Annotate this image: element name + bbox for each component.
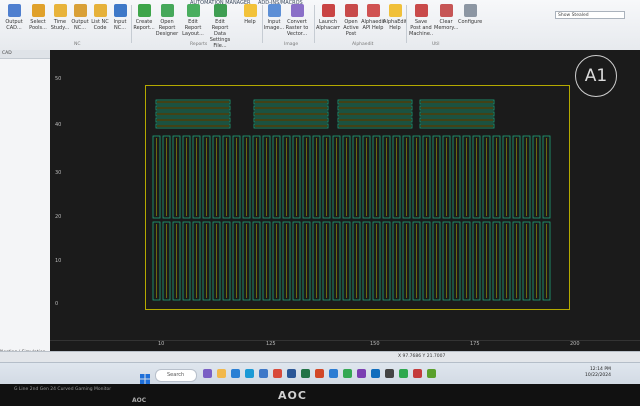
word-icon[interactable] (329, 369, 338, 378)
nested-parts-layer[interactable] (0, 0, 640, 387)
app-icon[interactable] (273, 369, 282, 378)
excel-icon[interactable] (301, 369, 310, 378)
taskbar-search[interactable]: Search (155, 369, 197, 382)
alphacam-icon[interactable] (427, 369, 436, 378)
windows-start-icon[interactable] (140, 369, 150, 384)
app-icon[interactable] (385, 369, 394, 378)
monitor-brand-small: AOC (132, 397, 147, 404)
app-icon[interactable] (287, 369, 296, 378)
taskbar-clock[interactable]: 12:14 PM 10/22/2024 (585, 367, 611, 379)
sheet-label: A1 (575, 55, 617, 97)
edge-browser-icon[interactable] (245, 369, 254, 378)
monitor-brand-logo: AOC (278, 389, 307, 402)
powerpoint-icon[interactable] (315, 369, 324, 378)
file-explorer-icon[interactable] (217, 369, 226, 378)
app-icon[interactable] (399, 369, 408, 378)
mail-icon[interactable] (231, 369, 240, 378)
app-icon[interactable] (413, 369, 422, 378)
windows-taskbar: Search 12:14 PM 10/22/2024 (0, 362, 640, 385)
outlook-icon[interactable] (371, 369, 380, 378)
monitor-screen: AUTOMATION MANAGER ADD-INS/MACROS Output… (0, 0, 640, 387)
cursor-coordinates: X 97.7686 Y 21.7007 (398, 354, 446, 359)
chrome-icon[interactable] (343, 369, 352, 378)
app-icon[interactable] (259, 369, 268, 378)
task-view-icon[interactable] (203, 369, 212, 378)
status-bar: X 97.7686 Y 21.7007 (0, 351, 640, 362)
teams-icon[interactable] (357, 369, 366, 378)
monitor-caption: G Line 2nd Gen 24 Curved Gaming Monitor (14, 387, 112, 392)
